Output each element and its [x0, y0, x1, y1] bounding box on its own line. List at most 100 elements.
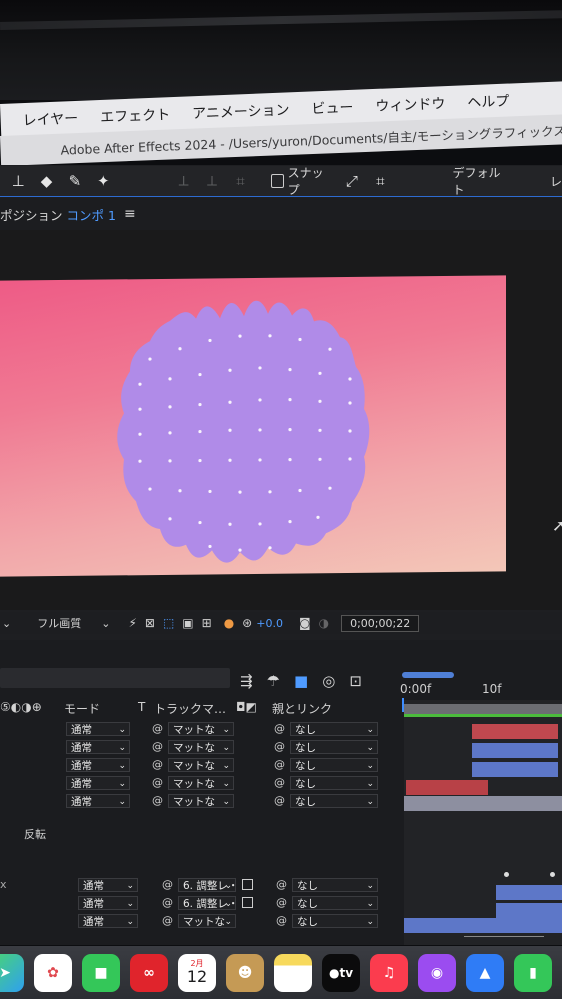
parent-select[interactable]: なし ⌄ — [290, 776, 378, 790]
grid-guides-icon[interactable]: ⊞ — [202, 616, 212, 630]
maps-app-icon[interactable]: ➤ — [0, 953, 24, 992]
layer-bar-red[interactable] — [472, 724, 558, 739]
mode-select[interactable]: 通常 ⌄ — [66, 722, 130, 736]
region-of-interest-icon[interactable]: ▣ — [182, 616, 193, 630]
mode-select[interactable]: 通常 ⌄ — [66, 758, 130, 772]
axis-tool-icon[interactable]: ⟂ — [174, 171, 194, 191]
menu-view[interactable]: ビュー — [311, 97, 354, 119]
matte-link-icon[interactable]: @ — [162, 896, 173, 909]
layer-row[interactable]: 通常 ⌄ @ マットな ⌄ @ なし ⌄ — [0, 794, 400, 811]
hamburger-icon[interactable]: ≡ — [124, 206, 136, 222]
track-matte-select[interactable]: マットな ⌄ — [168, 758, 234, 772]
layer-row[interactable]: 通常 ⌄ @ マットな ⌄ @ なし ⌄ — [0, 776, 400, 793]
track-matte-select[interactable]: 6. 調整レ・ ⌄ — [178, 878, 236, 892]
eraser-tool-icon[interactable]: ◆ — [36, 171, 56, 191]
resolution-select[interactable]: フル画質 ⌄ — [37, 615, 110, 631]
parent-select[interactable]: なし ⌄ — [290, 758, 378, 772]
layer-row[interactable]: 通常 ⌄ @ マットな ⌄ @ なし ⌄ — [0, 758, 400, 775]
snap-toggle[interactable]: スナップ — [270, 164, 332, 198]
draft-3d-icon[interactable]: ☂ — [267, 672, 280, 690]
pickwhip-icon[interactable]: @ — [276, 896, 287, 909]
layer-bar-blue[interactable] — [472, 743, 558, 758]
work-area-bar[interactable] — [402, 672, 454, 678]
pin-tool-icon[interactable]: ✦ — [93, 171, 113, 191]
show-snapshot-icon[interactable]: ◑ — [319, 616, 329, 630]
matte-link-icon[interactable]: @ — [152, 722, 163, 735]
track-matte-select[interactable]: マットな ⌄ — [168, 794, 234, 808]
snap-checkbox[interactable] — [270, 174, 284, 188]
matte-checkbox[interactable] — [242, 879, 253, 890]
transparency-grid-icon[interactable]: ⊠ — [145, 616, 155, 630]
workspace-next[interactable]: レ — [550, 173, 562, 190]
matte-link-icon[interactable]: @ — [162, 878, 173, 891]
numbers-app-icon[interactable]: ▮ — [514, 953, 552, 992]
snap-target-icon[interactable]: ⌗ — [370, 171, 390, 191]
matte-link-icon[interactable]: @ — [152, 758, 163, 771]
color-channels-icon[interactable]: ● — [224, 616, 234, 630]
snapshot-camera-icon[interactable]: ◙ — [299, 616, 311, 630]
layer-row[interactable]: 通常 ⌄ @ マットな ⌄ @ なし ⌄ — [0, 740, 400, 757]
apple-tv-app-icon[interactable]: ● tv — [322, 953, 360, 992]
track-matte-select[interactable]: マットな ⌄ — [168, 776, 234, 790]
mode-select[interactable]: 通常 ⌄ — [78, 878, 138, 892]
layer-bar-blue[interactable] — [404, 918, 562, 933]
menu-help[interactable]: ヘルプ — [467, 91, 510, 113]
axis-view-icon[interactable]: ⌗ — [230, 171, 250, 191]
stamp-tool-icon[interactable]: ⊥ — [8, 171, 28, 191]
chevron-down-icon[interactable]: ⌄ — [2, 617, 11, 630]
podcasts-app-icon[interactable]: ◉ — [418, 953, 456, 992]
mode-select[interactable]: 通常 ⌄ — [66, 740, 130, 754]
layer-bar-blue[interactable] — [496, 903, 562, 918]
layer-row[interactable]: x 通常 ⌄ @ 6. 調整レ・ ⌄ @ なし ⌄ — [0, 878, 400, 895]
notes-app-icon[interactable] — [274, 953, 312, 992]
matte-link-icon[interactable]: @ — [152, 776, 163, 789]
photos-app-icon[interactable]: ✿ — [34, 953, 72, 992]
workspace-default[interactable]: デフォルト — [452, 164, 508, 198]
matte-link-icon[interactable]: @ — [162, 914, 173, 927]
parent-select[interactable]: なし ⌄ — [292, 878, 378, 892]
matte-link-icon[interactable]: @ — [152, 740, 163, 753]
mode-select[interactable]: 通常 ⌄ — [78, 914, 138, 928]
graph-editor-icon[interactable]: ⊡ — [349, 672, 362, 690]
pickwhip-icon[interactable]: @ — [274, 758, 285, 771]
shy-layers-icon[interactable]: ■ — [294, 672, 308, 690]
track-matte-select[interactable]: マットな ⌄ — [168, 722, 234, 736]
mode-select[interactable]: 通常 ⌄ — [78, 896, 138, 910]
zoom-slider[interactable] — [464, 936, 544, 941]
mask-path-icon[interactable]: ⬚ — [163, 616, 174, 630]
keynote-app-icon[interactable]: ▲ — [466, 953, 504, 992]
layer-bar-red[interactable] — [406, 780, 488, 795]
composition-flowchart-icon[interactable]: ⇶ — [240, 672, 253, 690]
parent-select[interactable]: なし ⌄ — [292, 896, 378, 910]
pickwhip-icon[interactable]: @ — [274, 794, 285, 807]
calendar-app-icon[interactable]: 2月 12 — [178, 953, 216, 992]
parent-select[interactable]: なし ⌄ — [292, 914, 378, 928]
menu-layer[interactable]: レイヤー — [22, 108, 78, 130]
mode-select[interactable]: 通常 ⌄ — [66, 794, 130, 808]
track-matte-select[interactable]: マットな ⌄ — [168, 740, 234, 754]
motion-blur-icon[interactable]: ◎ — [322, 672, 335, 690]
matte-link-icon[interactable]: @ — [152, 794, 163, 807]
menu-effect[interactable]: エフェクト — [100, 104, 171, 127]
contacts-app-icon[interactable]: ☻ — [226, 953, 264, 992]
exposure-value[interactable]: +0.0 — [256, 617, 283, 630]
pickwhip-icon[interactable]: @ — [274, 776, 285, 789]
comp-tab[interactable]: コンポ 1 — [67, 205, 116, 224]
reset-exposure-icon[interactable]: ⊛ — [242, 616, 252, 630]
track-matte-select[interactable]: 6. 調整レ・ ⌄ — [178, 896, 236, 910]
timeline-search-field[interactable] — [0, 668, 230, 688]
music-app-icon[interactable]: ♫ — [370, 953, 408, 992]
axis-world-icon[interactable]: ⟂ — [202, 171, 222, 191]
parent-select[interactable]: なし ⌄ — [290, 794, 378, 808]
layer-bar-blue[interactable] — [496, 885, 562, 900]
layer-row[interactable]: 通常 ⌄ @ マットな ⌄ @ なし ⌄ — [0, 914, 400, 931]
parent-select[interactable]: なし ⌄ — [290, 722, 378, 736]
roto-brush-icon[interactable]: ✎ — [65, 171, 85, 191]
pickwhip-icon[interactable]: @ — [274, 740, 285, 753]
layer-row[interactable]: 通常 ⌄ @ マットな ⌄ @ なし ⌄ — [0, 722, 400, 739]
layer-bar-blue[interactable] — [472, 762, 558, 777]
creative-cloud-icon[interactable]: ∞ — [130, 953, 168, 992]
layer-bar-gray[interactable] — [404, 796, 562, 811]
menu-animation[interactable]: アニメーション — [192, 99, 290, 123]
expand-icon[interactable]: ⤢ — [342, 171, 362, 191]
